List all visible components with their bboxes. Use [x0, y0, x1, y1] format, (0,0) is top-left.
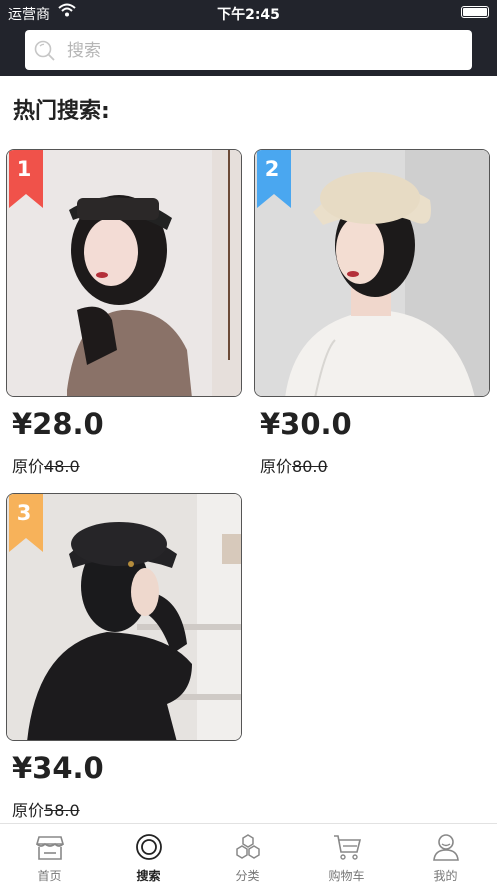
original-price-value: 58.0 — [44, 801, 80, 820]
original-price: 原价48.0 — [12, 453, 80, 477]
original-price: 原价80.0 — [260, 453, 328, 477]
product-image[interactable]: 1 — [6, 149, 242, 397]
tab-label: 分类 — [235, 869, 260, 883]
tab-search[interactable]: 搜索 — [99, 824, 198, 884]
price: ¥34.0 — [12, 751, 104, 785]
cart-icon — [332, 832, 362, 866]
product-card[interactable]: 3 ¥34.0 原价58.0 — [6, 493, 242, 820]
product-image[interactable]: 3 — [6, 493, 242, 741]
user-icon — [431, 832, 461, 866]
rank-number: 1 — [16, 157, 32, 181]
battery-icon — [461, 6, 489, 18]
rank-number: 3 — [16, 501, 32, 525]
original-price-value: 48.0 — [44, 457, 80, 476]
hexagons-icon — [233, 832, 263, 866]
product-image[interactable]: 2 — [254, 149, 490, 397]
original-price-label: 原价 — [12, 457, 45, 476]
tab-mine[interactable]: 我的 — [396, 824, 495, 884]
search-input[interactable] — [65, 30, 459, 72]
tab-label: 搜索 — [136, 869, 161, 883]
original-price-value: 80.0 — [292, 457, 328, 476]
product-card[interactable]: 2 ¥30.0 原价80.0 — [254, 149, 490, 476]
hot-search-title: 热门搜索: — [13, 99, 110, 124]
tab-label: 我的 — [433, 869, 458, 883]
price: ¥28.0 — [12, 407, 104, 441]
status-bar: 运营商 下午2:45 — [0, 0, 497, 26]
tab-label: 购物车 — [328, 869, 365, 883]
product-card[interactable]: 1 ¥28.0 原价48.0 — [6, 149, 242, 476]
status-time: 下午2:45 — [217, 7, 280, 23]
tab-home[interactable]: 首页 — [0, 824, 99, 884]
search-header — [0, 26, 497, 76]
tab-cart[interactable]: 购物车 — [297, 824, 396, 884]
tab-bar: 首页 搜索 分类 购物车 我的 — [0, 823, 497, 884]
tab-category[interactable]: 分类 — [198, 824, 297, 884]
search-icon — [134, 832, 164, 866]
store-icon — [35, 832, 65, 866]
price: ¥30.0 — [260, 407, 352, 441]
original-price-label: 原价 — [260, 457, 293, 476]
original-price: 原价58.0 — [12, 797, 80, 821]
rank-number: 2 — [264, 157, 280, 181]
tab-label: 首页 — [37, 869, 62, 883]
original-price-label: 原价 — [12, 801, 45, 820]
search-box[interactable] — [25, 30, 472, 72]
search-icon — [33, 39, 57, 67]
